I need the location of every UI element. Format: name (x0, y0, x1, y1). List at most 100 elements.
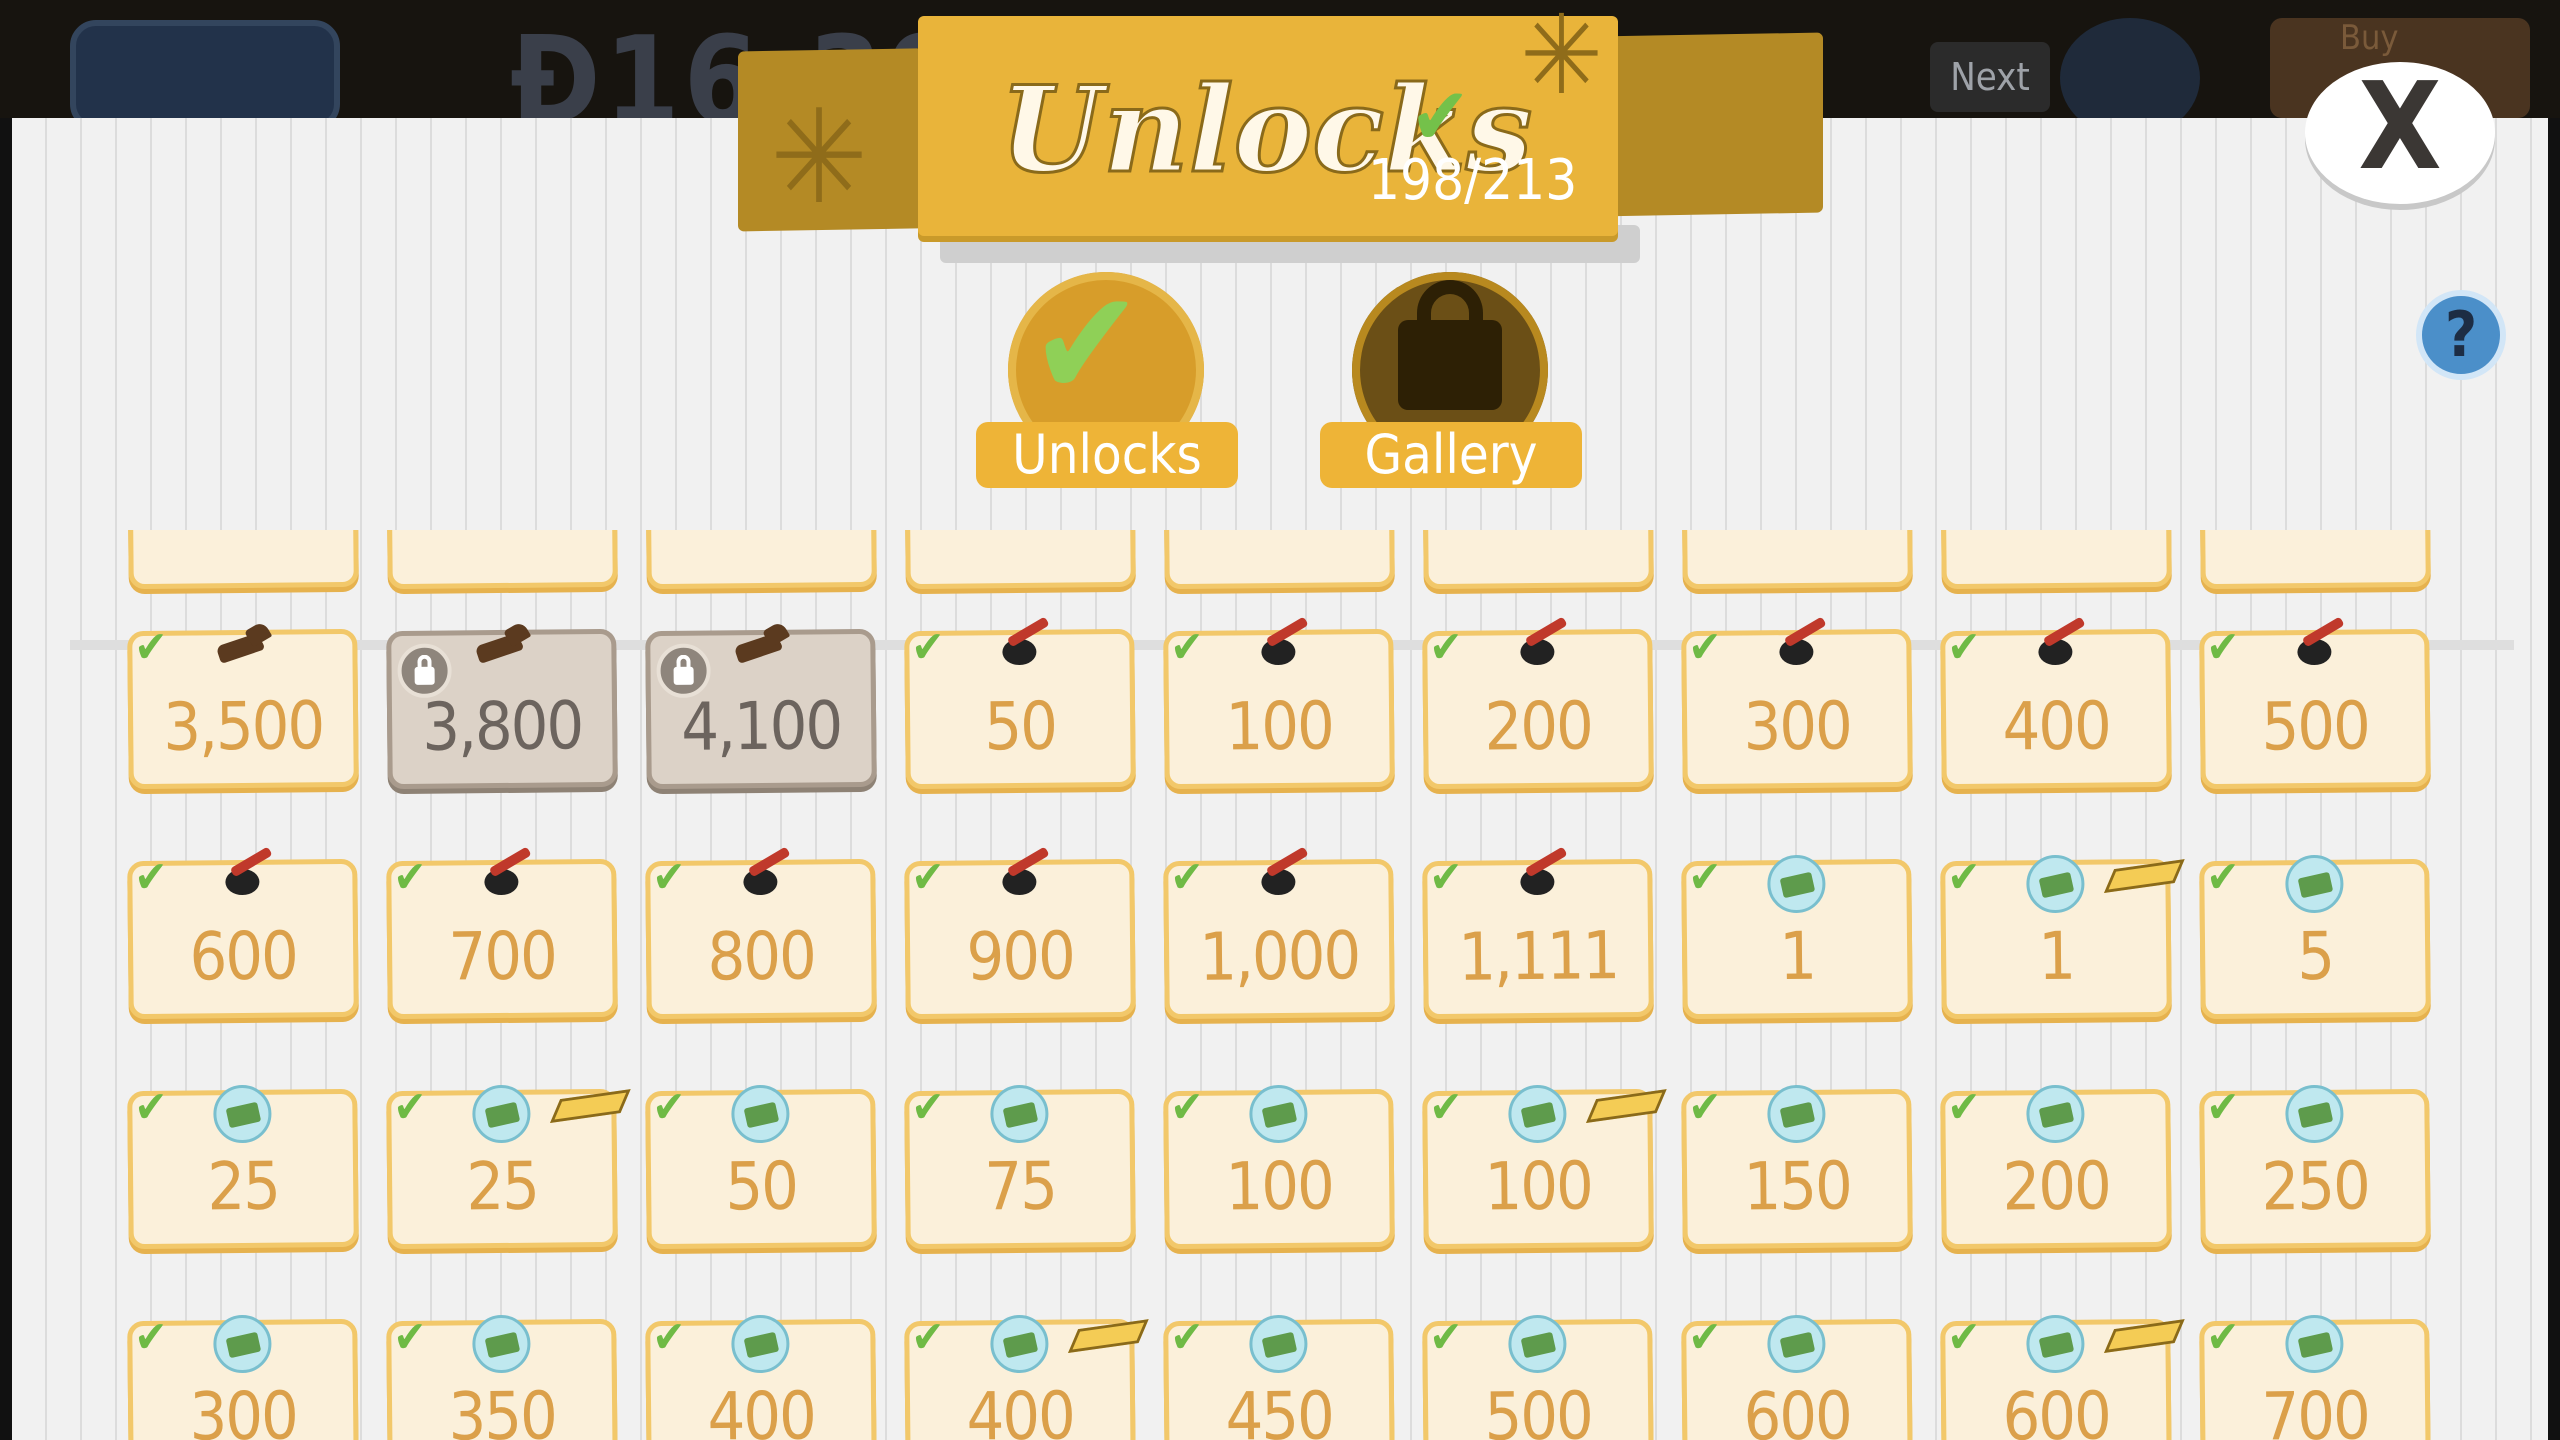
unlock-card[interactable]: ✔ 1,111 (1422, 852, 1654, 1020)
unlock-card-partial (1940, 530, 2172, 590)
unlock-card[interactable]: ✔ 3,500 (127, 622, 359, 790)
unlock-card[interactable]: ✔ 1,000 (1163, 852, 1395, 1020)
unlock-card[interactable]: ✔ 600 (127, 852, 359, 1020)
unlock-card[interactable]: ✔ 500 (2199, 622, 2431, 790)
unlock-card[interactable]: ✔ 1 (1681, 852, 1913, 1020)
unlock-card[interactable]: ✔ 100 (1163, 1082, 1395, 1250)
help-button[interactable]: ? (2416, 290, 2506, 380)
bug-icon (1502, 625, 1572, 674)
unlock-card[interactable]: ✔ 700 (386, 852, 618, 1020)
unlock-value: 100 (1484, 1147, 1593, 1226)
unlock-card-partial (904, 530, 1136, 590)
unlock-card[interactable]: ✔ 25 (386, 1082, 631, 1250)
unlock-card[interactable]: ✔ 400 (1940, 622, 2172, 790)
cash-icon (1767, 1084, 1826, 1144)
unlock-value: 100 (1225, 687, 1334, 766)
unlock-card[interactable]: ✔ 1 (1940, 852, 2185, 1020)
unlock-card[interactable]: ✔ 400 (904, 1312, 1149, 1440)
unlock-card[interactable]: ✔ 450 (1163, 1312, 1395, 1440)
tab-unlocks-label[interactable]: Unlocks (976, 422, 1238, 488)
unlock-value: 250 (2261, 1147, 2370, 1226)
unlock-grid[interactable]: ✔ 3,500 3,800 4,100 ✔ 50 ✔ 100 ✔ 200 ✔ 300 ✔ 400 ✔ 500 ✔… (0, 530, 2560, 1440)
unlock-value: 700 (2261, 1377, 2370, 1440)
unlock-card[interactable]: ✔ 250 (2199, 1082, 2431, 1250)
unlock-card[interactable]: ✔ 300 (1681, 622, 1913, 790)
bug-icon (725, 855, 795, 904)
bug-icon (466, 855, 536, 904)
unlock-card[interactable]: ✔ 600 (1681, 1312, 1913, 1440)
cash-icon (990, 1314, 1049, 1374)
checkmark-icon: ✔ (652, 1081, 686, 1134)
unlock-card[interactable]: ✔ 5 (2199, 852, 2431, 1020)
unlock-value: 5 (2296, 917, 2334, 996)
unlock-card[interactable]: ✔ 50 (645, 1082, 877, 1250)
unlock-card[interactable]: ✔ 50 (904, 622, 1136, 790)
next-button: Next (1930, 42, 2050, 112)
unlock-card[interactable]: ✔ 900 (904, 852, 1136, 1020)
unlock-value: 50 (984, 687, 1057, 766)
unlock-card[interactable]: 3,800 (386, 628, 618, 790)
checkmark-icon: ✔ (1170, 1081, 1204, 1134)
cash-icon (1767, 1314, 1826, 1374)
unlock-value: 3,800 (421, 687, 583, 766)
unlock-card[interactable]: ✔ 100 (1422, 1082, 1667, 1250)
unlock-card[interactable]: ✔ 200 (1940, 1082, 2172, 1250)
checkmark-icon: ✔ (1947, 851, 1981, 904)
checkmark-icon: ✔ (1429, 621, 1463, 674)
close-button[interactable]: X (2305, 62, 2495, 204)
checkmark-icon: ✔ (1170, 621, 1204, 674)
bug-icon (1243, 855, 1313, 904)
unlock-card[interactable]: ✔ 75 (904, 1082, 1136, 1250)
unlock-card[interactable]: ✔ 25 (127, 1082, 359, 1250)
unlock-value: 1 (2037, 917, 2075, 996)
checkmark-icon: ✔ (134, 621, 168, 674)
unlock-count: 198/213 (1368, 148, 1578, 213)
checkmark-icon: ✔ (1429, 851, 1463, 904)
unlock-value: 600 (2002, 1377, 2111, 1440)
unlock-value: 25 (207, 1147, 280, 1226)
checkmark-icon: ✔ (652, 851, 686, 904)
cash-icon (731, 1084, 790, 1144)
cash-icon (2285, 1084, 2344, 1144)
checkmark-icon: ✔ (1688, 851, 1722, 904)
checkmark-icon: ✔ (911, 851, 945, 904)
unlock-card[interactable]: ✔ 150 (1681, 1082, 1913, 1250)
unlock-value: 700 (448, 917, 557, 996)
unlock-card[interactable]: ✔ 400 (645, 1312, 877, 1440)
tab-gallery-label[interactable]: Gallery (1320, 422, 1582, 488)
cash-icon (472, 1084, 531, 1144)
wolf-icon (466, 625, 536, 666)
unlock-card[interactable]: 4,100 (645, 628, 877, 790)
unlock-card[interactable]: ✔ 700 (2199, 1312, 2431, 1440)
cash-icon (1767, 854, 1826, 914)
unlock-value: 500 (1484, 1377, 1593, 1440)
bug-icon (1243, 625, 1313, 674)
unlock-card[interactable]: ✔ 300 (127, 1312, 359, 1440)
unlock-value: 200 (2002, 1147, 2111, 1226)
checkmark-icon: ✔ (2206, 621, 2240, 674)
unlock-value: 1 (1778, 917, 1816, 996)
cash-icon (1249, 1314, 1308, 1374)
bug-icon (984, 625, 1054, 674)
wolf-icon (725, 625, 795, 666)
unlock-card[interactable]: ✔ 600 (1940, 1312, 2185, 1440)
unlock-value: 150 (1743, 1147, 1852, 1226)
checkmark-icon: ✔ (134, 1081, 168, 1134)
unlock-card-partial (1163, 530, 1395, 590)
unlock-value: 300 (189, 1377, 298, 1440)
checkmark-icon: ✔ (2206, 851, 2240, 904)
gold-bar-icon (2103, 1319, 2185, 1353)
unlock-card[interactable]: ✔ 500 (1422, 1312, 1654, 1440)
unlock-value: 300 (1743, 687, 1852, 766)
unlock-card[interactable]: ✔ 800 (645, 852, 877, 1020)
wolf-icon (207, 625, 277, 666)
checkmark-icon: ✔ (134, 1311, 168, 1364)
checkmark-icon: ✔ (134, 851, 168, 904)
unlock-card[interactable]: ✔ 100 (1163, 622, 1395, 790)
unlock-card[interactable]: ✔ 350 (386, 1312, 618, 1440)
unlock-value: 800 (707, 917, 816, 996)
cash-icon (2285, 854, 2344, 914)
unlock-card[interactable]: ✔ 200 (1422, 622, 1654, 790)
cash-icon (213, 1314, 272, 1374)
unlock-value: 25 (466, 1147, 539, 1226)
